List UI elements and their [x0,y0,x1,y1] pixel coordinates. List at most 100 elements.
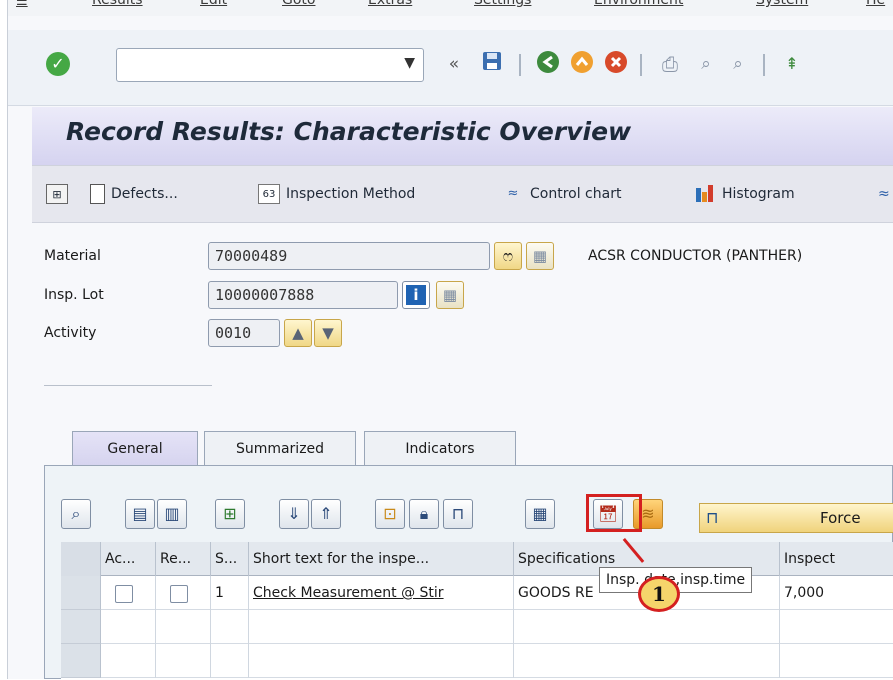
cell-ac [101,576,156,610]
lot-details-icon[interactable]: ▦ [436,281,464,309]
deselect-all-icon[interactable]: ▥ [157,499,187,529]
menu-system[interactable]: System [756,0,808,8]
empty-cell [249,610,514,644]
column-header-re[interactable]: Re... [156,542,211,576]
defects-button-label: Defects... [111,186,178,202]
column-header-short-text[interactable]: Short text for the inspe... [249,542,514,576]
force-button[interactable]: ⊓ Force [699,503,893,533]
calculator-icon[interactable]: ▦ [525,499,555,529]
empty-cell [101,610,156,644]
menu-results[interactable]: Results [92,0,143,8]
table-row[interactable] [61,610,893,644]
menu-extras[interactable]: Extras [368,0,412,8]
system-toolbar: ✓ ▼ « ⎙ ⌕ ⌕ ⇞ [8,30,893,106]
find-next-icon[interactable]: ⌕ [724,50,752,78]
control-chart-button[interactable]: ≈ Control chart [502,181,622,207]
insp-lot-field[interactable]: 10000007888 [208,281,398,309]
histogram-button[interactable]: Histogram [694,181,795,207]
dropdown-arrow-icon[interactable]: ▼ [404,55,415,71]
cell-short-text[interactable]: Check Measurement @ Stir [249,576,514,610]
control-chart-icon: ≈ [507,186,519,201]
document-icon [90,184,105,204]
row-selector[interactable] [61,644,101,678]
activity-label: Activity [44,325,97,341]
ac-checkbox[interactable] [115,585,133,603]
exit-icon[interactable] [568,50,596,78]
menu-goto[interactable]: Goto [282,0,315,8]
material-field[interactable]: 70000489 [208,242,490,270]
toolbar-separator [640,54,642,76]
overview-button[interactable]: ⊞ [46,181,74,207]
empty-cell [249,644,514,678]
defects-button[interactable]: Defects... [90,181,178,207]
select-all-icon[interactable]: ▤ [125,499,155,529]
window-left-border [0,0,8,679]
column-header-ac[interactable]: Ac... [101,542,156,576]
force-button-label: Force [820,509,861,527]
tab-indicators[interactable]: Indicators [364,431,516,465]
menu-icon[interactable]: ☰ [16,0,28,9]
empty-cell [514,644,780,678]
divider [44,385,212,386]
info-icon[interactable]: i [402,281,430,309]
cell-re [156,576,211,610]
toolbar-separator [519,54,521,76]
sap-window: ☰ Results Edit Goto Extras Settings Envi… [8,0,893,680]
close-characteristic-icon[interactable]: ⊡ [375,499,405,529]
details-icon[interactable]: ⌕ [61,499,91,529]
menu-bar: ☰ Results Edit Goto Extras Settings Envi… [8,0,893,16]
display-document-icon[interactable]: ▦ [526,242,554,270]
column-header-inspect[interactable]: Inspect [780,542,893,576]
tab-panel-general: ⌕ ▤ ▥ ⊞ ⇓ ⇑ ⊡ 🔒︎ ⊓ ▦ 📅︎ ≋ ⊓ Force Ac... … [44,465,893,680]
empty-cell [211,644,249,678]
find-icon[interactable]: ⌕ [692,50,720,78]
highlight-box [586,494,642,532]
characteristics-table: Ac... Re... S... Short text for the insp… [61,542,893,680]
tab-summarized[interactable]: Summarized [204,431,356,465]
column-header-s[interactable]: S... [211,542,249,576]
empty-cell [101,644,156,678]
more-toolbar-icon[interactable]: ≈ [878,181,890,207]
menu-environment[interactable]: Environment [594,0,683,8]
title-bar: Record Results: Characteristic Overview [32,107,893,165]
next-activity-icon[interactable]: ▼ [314,319,342,347]
toolbar-separator [763,54,765,76]
material-label: Material [44,248,101,264]
lock-icon[interactable]: 🔒︎ [409,499,439,529]
empty-cell [211,610,249,644]
collapse-icon[interactable]: ⇑ [311,499,341,529]
first-page-icon[interactable]: ⇞ [778,50,806,78]
table-row[interactable] [61,644,893,678]
tab-general[interactable]: General [72,431,198,465]
insert-row-icon[interactable]: ⊞ [215,499,245,529]
enter-check-icon[interactable]: ✓ [46,52,70,76]
inspection-method-label: Inspection Method [286,186,416,202]
overview-icon: ⊞ [46,184,68,204]
menu-settings[interactable]: Settings [474,0,531,8]
menu-help[interactable]: He [866,0,885,8]
select-all-corner[interactable] [61,542,101,576]
command-field[interactable]: ▼ [116,48,424,82]
insp-lot-label: Insp. Lot [44,287,104,303]
collapse-chevrons-icon[interactable]: « [440,50,468,78]
save-icon[interactable] [478,50,506,78]
activity-field[interactable]: 0010 [208,319,280,347]
previous-activity-icon[interactable]: ▲ [284,319,312,347]
print-icon[interactable]: ⎙ [656,50,684,78]
inspection-method-button[interactable]: 63 Inspection Method [258,181,415,207]
re-checkbox[interactable] [170,585,188,603]
cancel-icon[interactable] [602,50,630,78]
step-callout-badge: 1 [638,576,680,612]
row-selector[interactable] [61,610,101,644]
table-row[interactable]: 1 Check Measurement @ Stir GOODS RE 7,00… [61,576,893,610]
material-description: ACSR CONDUCTOR (PANTHER) [588,248,803,264]
histogram-label: Histogram [722,186,795,202]
back-icon[interactable] [534,50,562,78]
glasses-icon[interactable]: ෆ [494,242,522,270]
row-selector[interactable] [61,576,101,610]
menu-edit[interactable]: Edit [200,0,227,8]
cell-inspect[interactable]: 7,000 [780,576,893,610]
empty-cell [156,644,211,678]
unlock-icon[interactable]: ⊓ [443,499,473,529]
expand-icon[interactable]: ⇓ [279,499,309,529]
